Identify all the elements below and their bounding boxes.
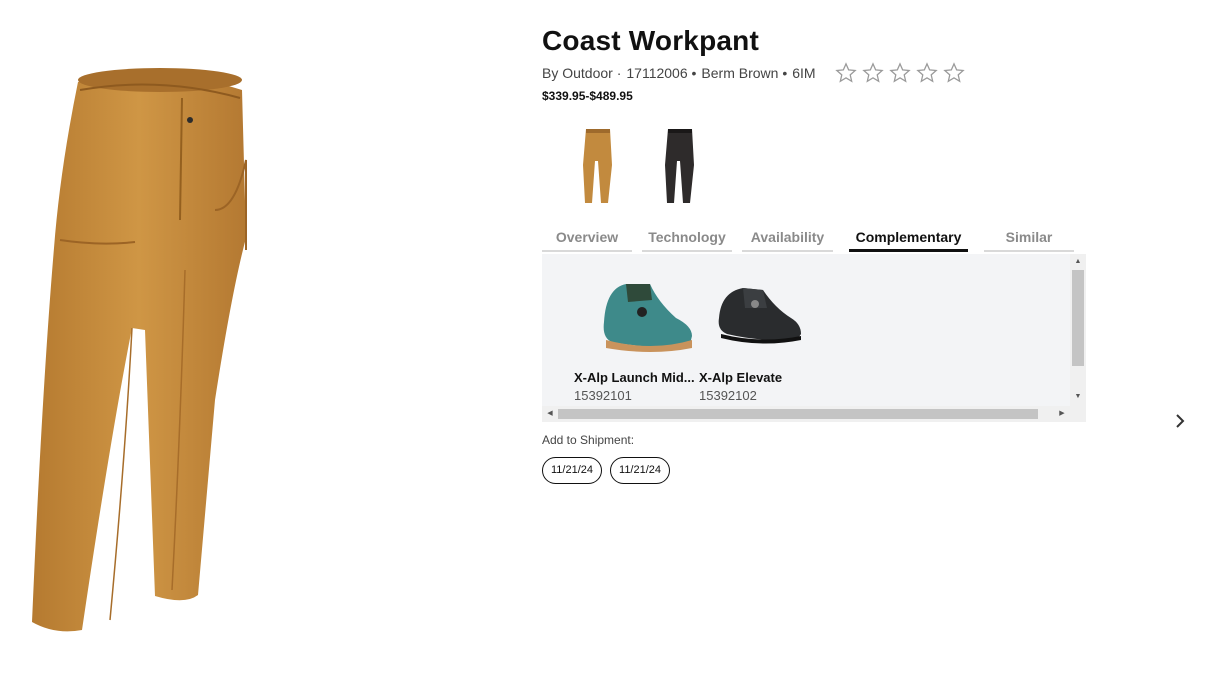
item-name: X-Alp Launch Mid... [574,370,695,385]
sku-text: 17112006 • [626,65,697,81]
scrollbar-corner [1070,406,1086,422]
tab-complementary[interactable]: Complementary [849,226,968,252]
scroll-up-icon[interactable]: ▲ [1070,257,1086,267]
product-title: Coast Workpant [542,25,759,56]
product-meta: By Outdoor · 17112006 • Berm Brown • 6IM [542,62,1102,84]
scroll-right-icon[interactable]: ▶ [1054,409,1070,419]
chevron-right-icon[interactable] [1170,410,1190,432]
star-icon[interactable] [915,62,938,84]
item-sku: 15392101 [574,388,632,403]
scroll-left-icon[interactable]: ◀ [542,409,558,419]
item-sku: 15392102 [699,388,757,403]
shipment-date-button[interactable]: 11/21/24 [542,457,603,484]
tab-availability[interactable]: Availability [742,226,833,252]
complementary-item[interactable]: X-Alp Elevate 15392102 [699,278,824,403]
product-hero-image [20,60,270,640]
product-tabs: Overview Technology Availability Complem… [542,226,1084,252]
star-icon[interactable] [834,62,857,84]
shipment-date-button[interactable]: 11/21/24 [610,457,671,484]
swatch-black[interactable] [650,125,710,207]
code-text: 6IM [792,65,816,81]
tab-overview[interactable]: Overview [542,226,632,252]
color-text: Berm Brown • [701,65,788,81]
complementary-item[interactable]: X-Alp Launch Mid... 15392101 [574,278,699,403]
tab-technology[interactable]: Technology [642,226,732,252]
horizontal-scroll-thumb[interactable] [558,409,1038,419]
star-icon[interactable] [861,62,884,84]
add-to-shipment-label: Add to Shipment: [542,433,635,447]
brand-text: By Outdoor · [542,65,622,81]
shoe-image [717,278,827,354]
swatch-berm-brown[interactable] [568,125,628,207]
vertical-scroll-thumb[interactable] [1072,270,1084,366]
scroll-down-icon[interactable]: ▼ [1070,392,1086,402]
item-name: X-Alp Elevate [699,370,783,385]
star-icon[interactable] [942,62,965,84]
color-swatches [568,125,1102,207]
star-icon[interactable] [888,62,911,84]
shoe-image [592,278,702,354]
vertical-scrollbar[interactable]: ▲ ▼ [1070,254,1086,406]
shipment-dates: 11/21/24 11/21/24 [542,457,678,484]
horizontal-scrollbar[interactable]: ◀ ▶ [542,406,1070,422]
complementary-panel: X-Alp Launch Mid... 15392101 X-Alp Eleva… [542,254,1086,422]
tab-similar[interactable]: Similar [984,226,1074,252]
price-range: $339.95-$489.95 [542,89,633,103]
rating-stars[interactable] [834,62,970,84]
